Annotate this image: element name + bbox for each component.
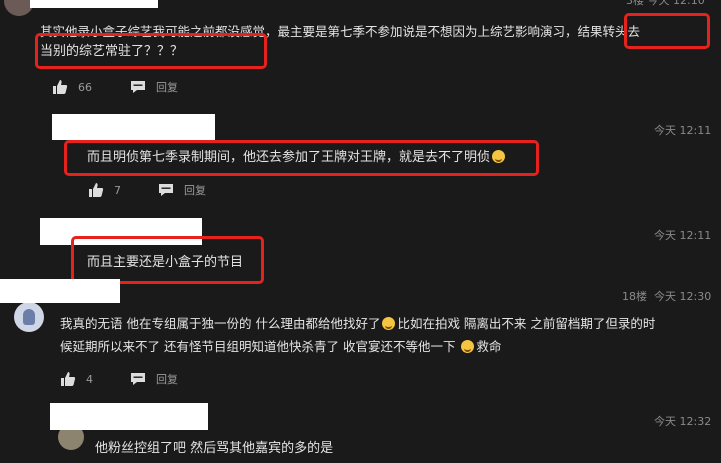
like-count: 4 [86,372,93,386]
highlight-box [35,33,267,69]
username-mask [0,279,120,303]
thumbs-up-icon [53,80,68,94]
grinning-emoji-icon [382,317,396,330]
reply-icon [131,373,145,385]
comment-time: 今天 12:11 [654,124,712,137]
comment-text-line: 候延期所以来不了 还有怪节目组明知道他快杀青了 收官宴还不等他一下 救命 [60,339,502,354]
like-count: 7 [114,183,121,197]
like-button[interactable]: 4 [60,371,93,387]
username-mask [30,0,158,8]
floor-number: 18楼 [622,290,647,303]
avatar[interactable] [14,302,44,332]
comment-time: 今天 12:11 [654,229,712,242]
reply-button[interactable]: 回复 [158,182,206,198]
username-mask [52,114,215,140]
comment-time: 今天 12:30 [654,290,712,303]
like-button[interactable]: 66 [52,79,92,95]
reply-label: 回复 [184,184,206,197]
comment-time: 3楼 今天 12:10 [626,0,705,7]
reply-label: 回复 [156,81,178,94]
reply-button[interactable]: 回复 [130,371,178,387]
thumbs-up-icon [61,372,76,386]
highlight-box [64,140,539,176]
reply-button[interactable]: 回复 [130,79,178,95]
comment-time: 今天 12:32 [654,415,712,428]
avatar-figure [23,309,35,325]
reply-icon [159,184,173,196]
grinning-emoji-icon [461,340,475,353]
username-mask [50,403,208,430]
reply-label: 回复 [156,373,178,386]
like-button[interactable]: 7 [88,182,121,198]
highlight-box [71,236,264,284]
thumbs-up-icon [89,183,104,197]
like-count: 66 [78,80,92,94]
reply-icon [131,81,145,93]
highlight-box [624,13,710,49]
comment-text-line: 他粉丝控组了吧 然后骂其他嘉宾的多的是 [95,441,334,456]
